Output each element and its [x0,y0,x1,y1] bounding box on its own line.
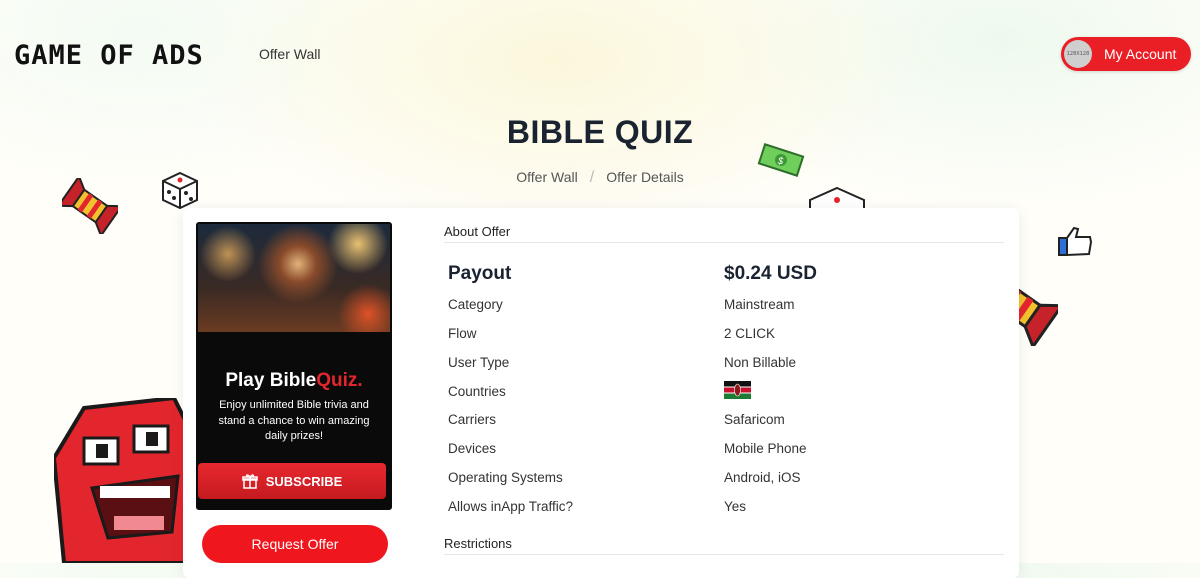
avatar: 128X128 [1064,40,1092,68]
page-title: BIBLE QUIZ [506,114,694,150]
breadcrumb-separator: / [589,169,595,186]
my-account-label: My Account [1104,46,1177,62]
creative-subscribe-button: SUBSCRIBE [198,463,386,499]
breadcrumb-offer-wall[interactable]: Offer Wall [516,169,577,185]
about-offer-heading: About Offer [444,224,1004,243]
game-of-ads-logo[interactable]: GAME OF ADS [14,40,204,71]
thumbs-up-icon [1058,226,1093,257]
nav-offer-wall[interactable]: Offer Wall [259,46,320,62]
offer-creative-image: Play BibleQuiz. Enjoy unlimited Bible tr… [196,222,392,510]
restrictions-heading: Restrictions [444,536,1004,555]
creative-headline: Play BibleQuiz. [225,370,363,391]
dice-icon [809,186,865,210]
creative-photo [198,224,390,332]
payout-label: Payout [448,263,512,284]
kenya-flag-icon [724,381,751,400]
breadcrumb-offer-details: Offer Details [606,169,684,185]
red-monster-mascot-icon [54,398,194,563]
gift-icon [241,474,258,489]
my-account-button[interactable]: 128X128 My Account [1061,37,1191,71]
request-offer-button[interactable]: Request Offer [202,525,388,563]
breadcrumb: Offer Wall / Offer Details [0,169,1200,187]
payout-value: $0.24 USD [724,263,817,284]
creative-blurb: Enjoy unlimited Bible trivia and stand a… [218,399,370,442]
